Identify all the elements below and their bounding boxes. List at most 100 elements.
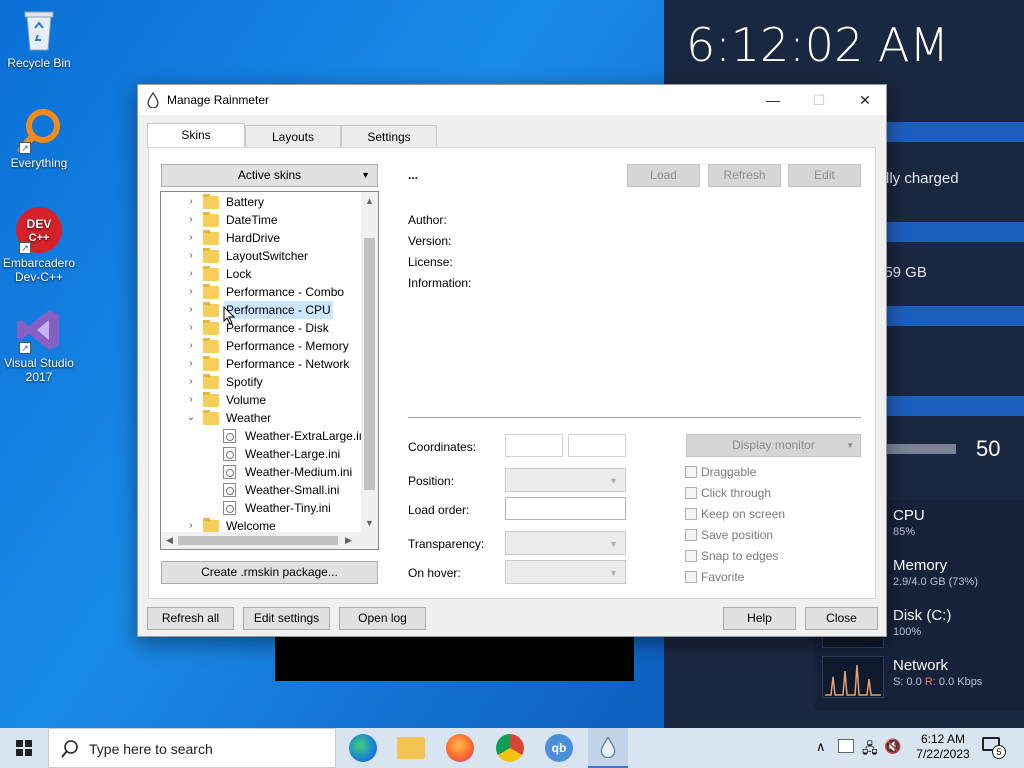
position-dropdown[interactable]: ▼ (505, 468, 626, 492)
scroll-thumb[interactable] (178, 536, 338, 545)
tree-vertical-scrollbar[interactable]: ▲ ▼ (361, 192, 378, 533)
desktop-icon-everything[interactable]: ↗ Everything (0, 106, 78, 170)
tree-folder-item[interactable]: › HardDrive (161, 229, 361, 247)
checkbox-box[interactable] (685, 466, 697, 478)
scroll-down-icon[interactable]: ▼ (365, 518, 374, 528)
expand-chevron-icon[interactable]: › (186, 337, 196, 355)
expand-chevron-icon[interactable]: › (186, 319, 196, 337)
tab-layouts[interactable]: Layouts (245, 125, 341, 147)
expand-chevron-icon[interactable]: › (186, 373, 196, 391)
close-button[interactable]: Close (805, 607, 878, 630)
expand-chevron-icon[interactable]: › (186, 301, 196, 319)
file-explorer-icon[interactable] (397, 737, 425, 759)
expand-chevron-icon[interactable]: › (186, 247, 196, 265)
tree-folder-item[interactable]: › Volume (161, 391, 361, 409)
checkbox-keep-on-screen[interactable]: Keep on screen (685, 507, 785, 521)
tree-file-item[interactable]: Weather-ExtraLarge.ini (161, 427, 368, 445)
coordinate-y-input[interactable] (568, 434, 626, 457)
edge-icon[interactable] (349, 734, 377, 762)
load-button[interactable]: Load (627, 164, 700, 187)
expand-chevron-icon[interactable]: › (186, 265, 196, 283)
checkbox-favorite[interactable]: Favorite (685, 570, 744, 584)
desktop-icon-visual-studio[interactable]: ↗ Visual Studio 2017 (0, 306, 78, 384)
expand-chevron-icon[interactable]: › (186, 211, 196, 229)
desktop-icon-devcpp[interactable]: DEV C++ ↗ Embarcadero Dev-C++ (0, 206, 78, 284)
tree-folder-item[interactable]: › Battery (161, 193, 361, 211)
checkbox-box[interactable] (685, 508, 697, 520)
edit-settings-button[interactable]: Edit settings (243, 607, 330, 630)
volume-muted-icon[interactable]: 🔇 (884, 738, 901, 755)
edit-button[interactable]: Edit (788, 164, 861, 187)
tree-folder-item[interactable]: › Lock (161, 265, 361, 283)
show-hidden-icons-chevron-icon[interactable]: ∧ (816, 739, 826, 755)
checkbox-box[interactable] (685, 571, 697, 583)
checkbox-box[interactable] (685, 550, 697, 562)
start-button[interactable] (0, 728, 48, 768)
scroll-left-icon[interactable]: ◀ (166, 535, 173, 546)
tree-horizontal-scrollbar[interactable]: ◀ ▶ (161, 532, 378, 549)
rainmeter-taskbar-item[interactable] (588, 728, 628, 768)
checkbox-box[interactable] (685, 487, 697, 499)
tree-folder-item[interactable]: › Performance - Network (161, 355, 361, 373)
expand-chevron-icon[interactable]: › (186, 391, 196, 409)
maximize-button[interactable]: ☐ (796, 85, 842, 115)
checkbox-save-position[interactable]: Save position (685, 528, 773, 542)
refresh-button[interactable]: Refresh (708, 164, 781, 187)
network-icon[interactable]: 🖧 (862, 738, 878, 762)
tree-file-item[interactable]: Weather-Large.ini (161, 445, 361, 463)
tab-settings[interactable]: Settings (341, 125, 437, 147)
tree-folder-item[interactable]: › DateTime (161, 211, 361, 229)
help-button[interactable]: Help (723, 607, 796, 630)
tree-folder-item[interactable]: › Performance - CPU (161, 301, 361, 319)
checkbox-box[interactable] (685, 529, 697, 541)
tree-folder-item[interactable]: › Performance - Memory (161, 337, 361, 355)
tree-folder-item[interactable]: ⌄ Weather (161, 409, 361, 427)
checkbox-click-through[interactable]: Click through (685, 486, 771, 500)
ini-file-icon (223, 483, 236, 497)
minimize-button[interactable]: — (750, 85, 796, 115)
coordinate-x-input[interactable] (505, 434, 563, 457)
tree-folder-item[interactable]: › Spotify (161, 373, 361, 391)
chrome-icon[interactable] (496, 734, 524, 762)
tree-folder-item[interactable]: › Performance - Combo (161, 283, 361, 301)
tree-file-item[interactable]: Weather-Tiny.ini (161, 499, 361, 517)
on-hover-dropdown[interactable]: ▼ (505, 560, 626, 584)
transparency-dropdown[interactable]: ▼ (505, 531, 626, 555)
create-rmskin-package-button[interactable]: Create .rmskin package... (161, 561, 378, 584)
dropdown-arrow-icon: ▼ (609, 568, 618, 578)
open-log-button[interactable]: Open log (339, 607, 426, 630)
tree-folder-item[interactable]: › Performance - Disk (161, 319, 361, 337)
display-monitor-dropdown[interactable]: Display monitor ▼ (686, 434, 861, 457)
volume-bar[interactable] (886, 444, 956, 454)
collapse-chevron-icon[interactable]: ⌄ (186, 409, 196, 427)
tree-item-label: Spotify (226, 375, 263, 389)
close-window-button[interactable]: ✕ (842, 85, 888, 115)
tray-app-icon[interactable] (838, 739, 854, 753)
scroll-up-icon[interactable]: ▲ (365, 196, 374, 206)
desktop-icon-recycle-bin[interactable]: Recycle Bin (0, 6, 78, 70)
taskbar-search-box[interactable]: Type here to search (48, 728, 336, 768)
tab-skins[interactable]: Skins (147, 123, 245, 148)
active-skins-dropdown[interactable]: Active skins ▼ (161, 164, 378, 187)
expand-chevron-icon[interactable]: › (186, 193, 196, 211)
scroll-thumb[interactable] (364, 238, 375, 490)
tree-file-item[interactable]: Weather-Medium.ini (161, 463, 361, 481)
expand-chevron-icon[interactable]: › (186, 283, 196, 301)
tree-folder-item[interactable]: › LayoutSwitcher (161, 247, 361, 265)
scroll-right-icon[interactable]: ▶ (345, 535, 352, 546)
tree-item-label: Performance - Network (226, 357, 350, 371)
skins-tree[interactable]: › Battery › DateTime › HardDrive › LayoutSwitch… (160, 191, 379, 550)
checkbox-draggable[interactable]: Draggable (685, 465, 756, 479)
notifications-button[interactable]: 5 (982, 737, 1006, 759)
title-bar[interactable]: Manage Rainmeter — ☐ ✕ (138, 85, 886, 115)
clock[interactable]: 6:12 AM 7/22/2023 (906, 732, 980, 762)
refresh-all-button[interactable]: Refresh all (147, 607, 234, 630)
firefox-icon[interactable] (446, 734, 474, 762)
expand-chevron-icon[interactable]: › (186, 355, 196, 373)
load-order-input[interactable] (505, 497, 626, 520)
checkbox-snap-to-edges[interactable]: Snap to edges (685, 549, 778, 563)
tree-item-label: Weather-Tiny.ini (245, 501, 331, 515)
qbittorrent-icon[interactable]: qb (545, 734, 573, 762)
tree-file-item[interactable]: Weather-Small.ini (161, 481, 361, 499)
expand-chevron-icon[interactable]: › (186, 229, 196, 247)
